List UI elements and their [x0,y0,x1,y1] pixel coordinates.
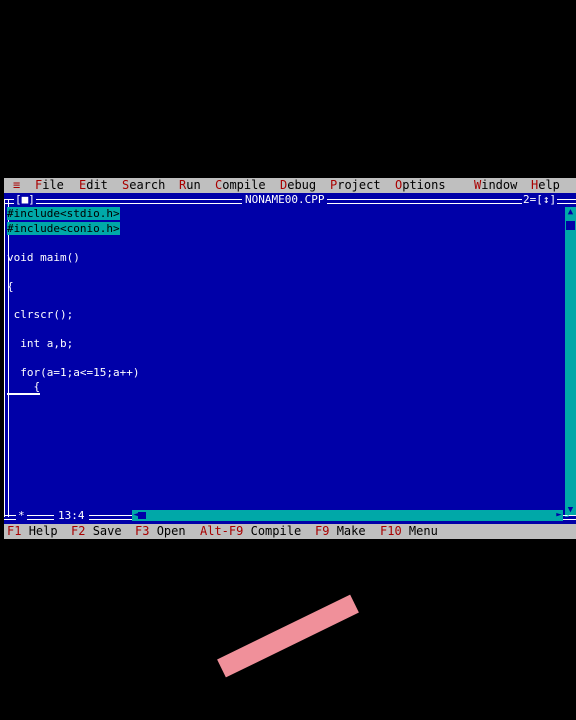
hint-open-label: Open [156,524,186,538]
modified-indicator: * [16,509,27,522]
hint-help[interactable]: F1 Help [7,524,58,539]
code-line-text: { [7,380,41,395]
menu-help[interactable]: Help [531,178,560,193]
window-number-zoom[interactable]: 2=[↕] [522,194,558,206]
resize-corner-icon[interactable]: ┘ [565,513,576,523]
menu-project-label: roject [337,178,381,192]
system-menu-icon[interactable]: ≡ [13,178,20,193]
menu-search[interactable]: Search [122,178,165,193]
menu-search-label: earch [129,178,166,192]
window-close-button[interactable]: [■] [14,194,36,206]
hint-open[interactable]: F3 Open [135,524,186,539]
hint-save[interactable]: F2 Save [71,524,122,539]
code-line-text: void maim() [7,251,80,264]
hint-make-key: F9 [315,524,330,538]
hint-open-key: F3 [135,524,150,538]
editor-window: [■] NONAME00.CPP 2=[↕] #include<stdio.h>… [4,193,576,524]
menu-window[interactable]: Window [474,178,517,193]
hint-save-key: F2 [71,524,86,538]
menu-edit[interactable]: Edit [79,178,108,193]
menu-run[interactable]: Run [179,178,201,193]
hint-save-label: Save [92,524,122,538]
menu-edit-label: dit [86,178,108,192]
code-line-text: for(a=1;a<=15;a++) [7,366,140,379]
turbo-cpp-screen: ≡ File Edit Search Run Compile Debug Pro… [4,178,576,539]
vertical-scrollbar[interactable]: ▲ ▼ [565,207,576,515]
menu-options[interactable]: Options [395,178,446,193]
horizontal-scrollbar[interactable]: ◄ ► [132,510,563,521]
menu-run-label: un [186,178,201,192]
hint-menu-label: Menu [408,524,438,538]
menu-window-label: indow [481,178,518,192]
code-line-text: #include<conio.h> [7,222,120,235]
code-line: #include<conio.h> [7,222,120,235]
menu-debug[interactable]: Debug [280,178,316,193]
hint-help-label: Help [28,524,58,538]
code-line: for(a=1;a<=15;a++) [7,366,139,379]
hint-menu-key: F10 [380,524,402,538]
hint-compile-key: Alt-F9 [200,524,244,538]
menu-options-label: ptions [402,178,446,192]
scroll-right-arrow-icon[interactable]: ► [555,510,563,521]
hint-compile-label: Compile [250,524,302,538]
scroll-up-arrow-icon[interactable]: ▲ [565,207,576,217]
hint-make[interactable]: F9 Make [315,524,366,539]
code-editor[interactable]: #include<stdio.h> #include<conio.h> void… [4,207,562,509]
menu-help-label: elp [538,178,560,192]
horizontal-scroll-thumb[interactable] [138,512,146,519]
cursor-position: 13:4 [54,510,89,522]
status-bar: F1 Help F2 Save F3 Open Alt-F9 Compile F… [4,524,576,539]
menu-file[interactable]: File [35,178,64,193]
menu-project[interactable]: Project [330,178,381,193]
menu-compile[interactable]: Compile [215,178,266,193]
code-line-text: { [7,280,14,293]
code-line: #include<stdio.h> [7,207,120,220]
menu-bar: ≡ File Edit Search Run Compile Debug Pro… [4,178,576,193]
menu-compile-label: ompile [222,178,266,192]
code-line: int a,b; [7,337,73,350]
code-line-text: int a,b; [7,337,74,350]
menu-debug-label: ebug [287,178,317,192]
hint-compile[interactable]: Alt-F9 Compile [200,524,301,539]
code-line-cursor: { [7,380,41,395]
hint-help-key: F1 [7,524,22,538]
code-line-text: #include<stdio.h> [7,207,120,220]
code-line-text: clrscr(); [7,308,74,321]
hint-menu[interactable]: F10 Menu [380,524,438,539]
pink-stroke-shape [217,594,359,678]
code-line: { [7,280,14,293]
vertical-scroll-thumb[interactable] [566,221,575,230]
window-title: NONAME00.CPP [242,194,328,206]
code-line: void maim() [7,251,80,264]
code-line: clrscr(); [7,308,74,321]
hint-make-label: Make [336,524,366,538]
menu-file-label: ile [42,178,64,192]
